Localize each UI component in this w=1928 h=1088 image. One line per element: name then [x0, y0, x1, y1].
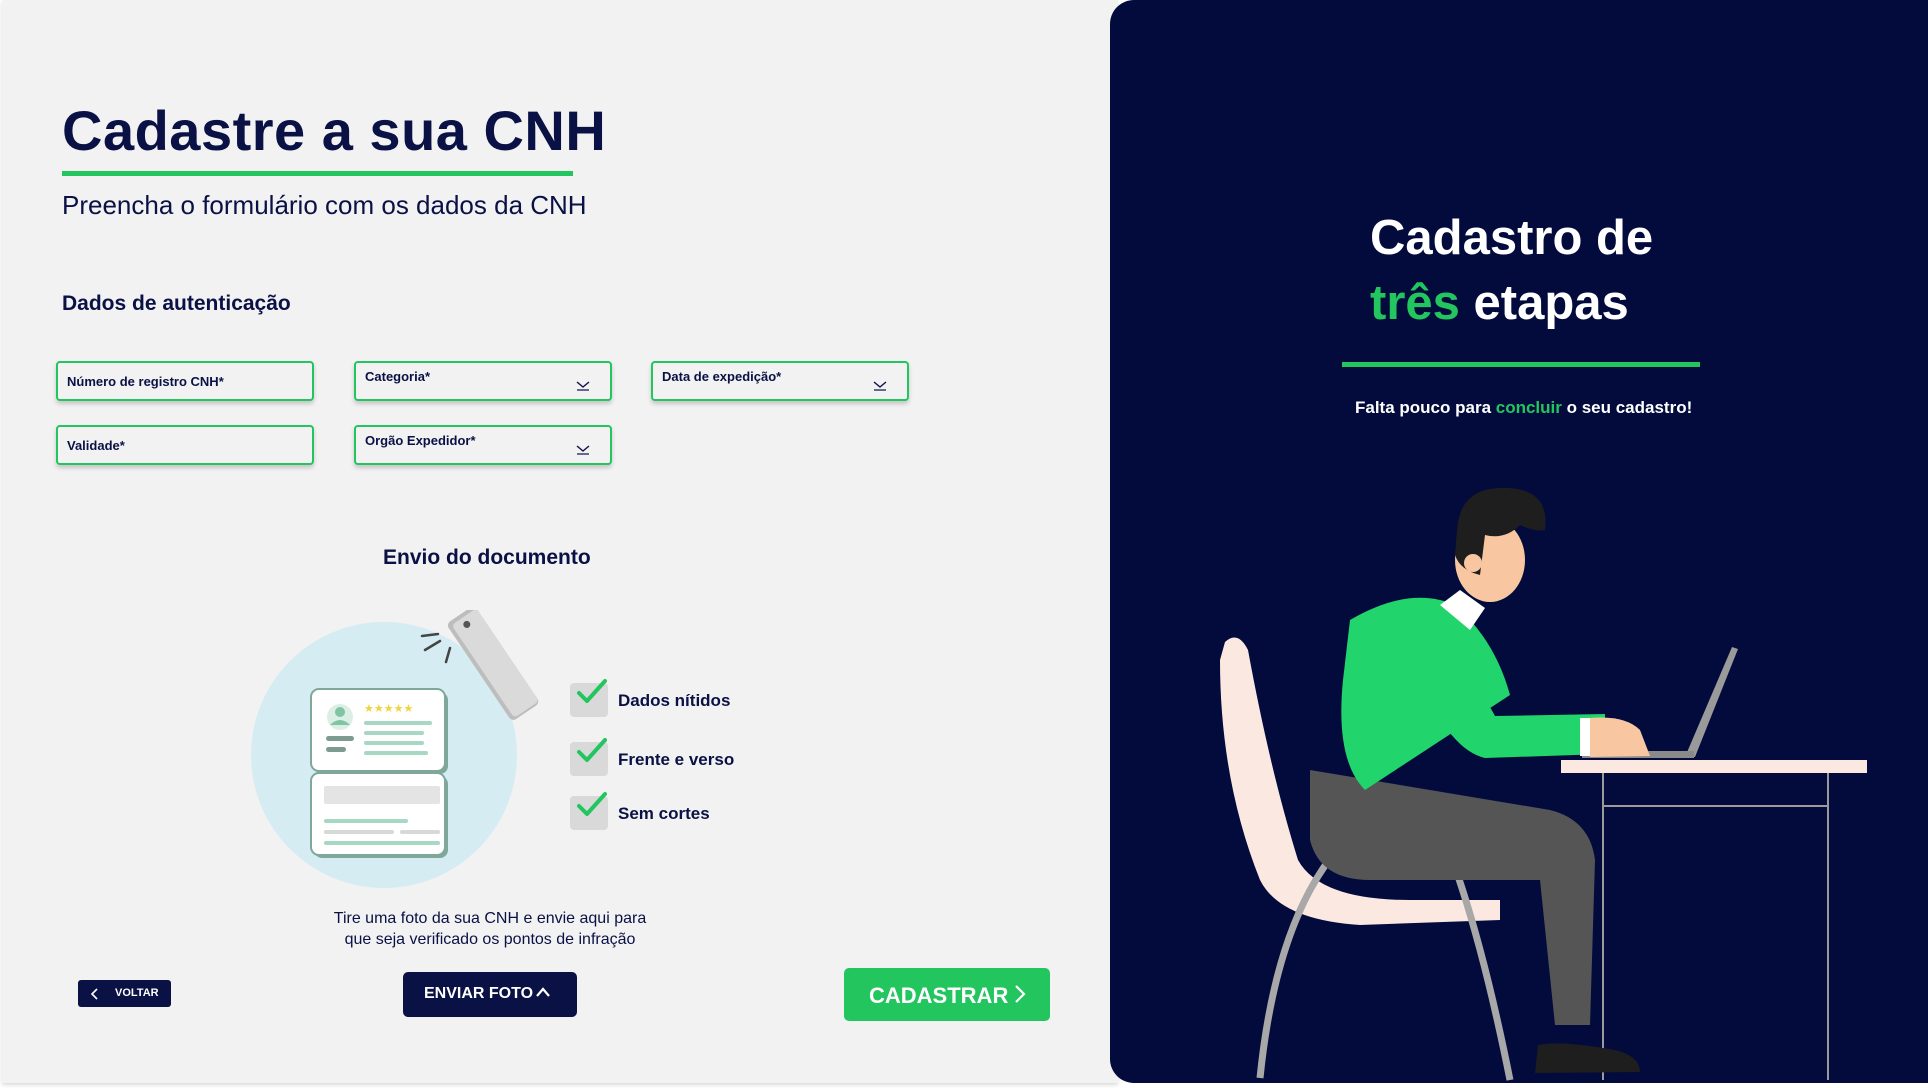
registro-cnh-label: Número de registro CNH*: [67, 374, 224, 389]
checkbox: [570, 738, 608, 776]
promo-underline: [1342, 362, 1700, 367]
promo-title-accent: três: [1370, 276, 1460, 330]
checkbox: [570, 679, 608, 717]
upload-hint-line: Tire uma foto da sua CNH e envie aqui pa…: [333, 910, 647, 927]
section-title-auth: Dados de autenticação: [62, 292, 291, 315]
send-photo-button[interactable]: ENVIAR FOTO: [403, 972, 577, 1017]
promo-sub-after: o seu cadastro!: [1561, 398, 1693, 417]
svg-text:★★★★★: ★★★★★: [364, 702, 413, 715]
checklist-label: Sem cortes: [618, 804, 710, 823]
page-title: Cadastre a sua CNH: [62, 99, 607, 162]
chevron-left-icon: [90, 988, 98, 1000]
promo-title: Cadastro de três etapas: [1370, 206, 1653, 336]
form-panel: Cadastre a sua CNH Preencha o formulário…: [2, 0, 1118, 1083]
check-icon: [577, 738, 607, 762]
check-icon: [577, 792, 607, 816]
title-underline: [62, 171, 573, 176]
back-button-label: VOLTAR: [115, 987, 159, 999]
categoria-label: Categoria*: [365, 369, 431, 384]
data-expedicao-select[interactable]: Data de expedição*: [651, 361, 909, 401]
promo-title-rest: etapas: [1459, 276, 1629, 330]
promo-title-line1: Cadastro de: [1370, 211, 1654, 265]
chevron-up-icon: [536, 987, 550, 997]
send-photo-label: ENVIAR FOTO: [424, 985, 534, 1002]
chevron-down-icon: [576, 445, 590, 455]
orgao-expedidor-select[interactable]: Orgão Expedidor*: [354, 425, 612, 465]
promo-sub-accent: concluir: [1495, 398, 1562, 417]
categoria-select[interactable]: Categoria*: [354, 361, 612, 401]
registro-cnh-field[interactable]: Número de registro CNH*: [56, 361, 314, 401]
promo-subtitle: Falta pouco para concluir o seu cadastro…: [1355, 398, 1692, 418]
data-expedicao-label: Data de expedição*: [662, 369, 782, 384]
checklist-label: Frente e verso: [618, 750, 735, 769]
document-photo-illustration: ★★★★★: [251, 610, 539, 888]
check-icon: [577, 679, 607, 703]
page-subtitle: Preencha o formulário com os dados da CN…: [62, 190, 587, 220]
submit-button[interactable]: CADASTRAR: [844, 968, 1050, 1021]
validade-field[interactable]: Validade*: [56, 425, 314, 465]
page: Cadastre a sua CNH Preencha o formulário…: [0, 0, 1928, 1088]
promo-title-line2: três etapas: [1370, 271, 1653, 336]
promo-sub-before: Falta pouco para: [1355, 398, 1496, 417]
upload-section-title: Envio do documento: [383, 546, 591, 569]
person-laptop-illustration: [1220, 487, 1867, 1081]
upload-hint-line: que seja verificado os pontos de infraçã…: [344, 931, 636, 948]
back-button[interactable]: VOLTAR: [78, 980, 171, 1007]
checklist-label: Dados nítidos: [618, 691, 731, 710]
upload-hint: Tire uma foto da sua CNH e envie aqui pa…: [302, 908, 678, 950]
submit-button-label: CADASTRAR: [869, 983, 1009, 1008]
validade-label: Validade*: [67, 438, 125, 453]
orgao-expedidor-label: Orgão Expedidor*: [365, 433, 476, 448]
promo-panel: Cadastro de três etapas Falta pouco para…: [1110, 0, 1928, 1083]
chevron-right-icon: [1015, 985, 1026, 1003]
checkbox: [570, 792, 608, 830]
chevron-down-icon: [576, 381, 590, 391]
chevron-down-icon: [873, 381, 887, 391]
